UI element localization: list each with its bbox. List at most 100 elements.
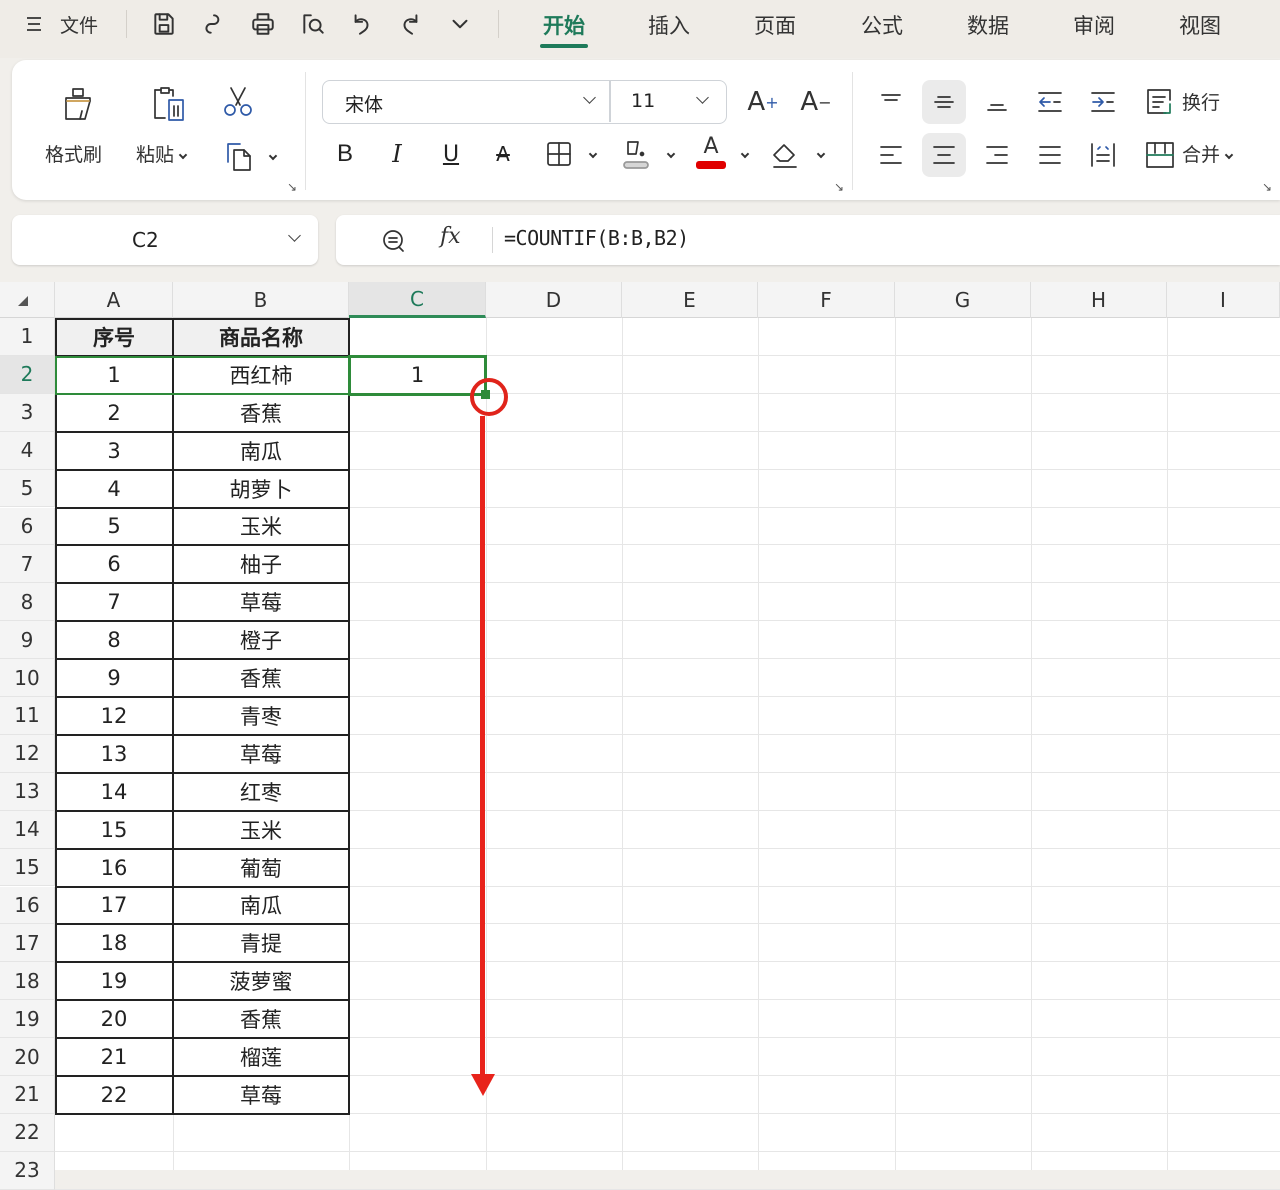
copy-dropdown-chevron-icon[interactable]	[268, 151, 278, 161]
cell-count[interactable]	[349, 735, 486, 773]
row-header[interactable]: 2	[0, 355, 55, 394]
font-color-chevron-icon[interactable]	[740, 149, 750, 159]
strikethrough-button[interactable]: A	[488, 136, 518, 172]
column-header-i[interactable]: I	[1167, 282, 1280, 318]
decrease-indent-icon[interactable]	[1033, 82, 1067, 122]
row-header[interactable]: 4	[0, 431, 55, 470]
column-header-g[interactable]: G	[895, 282, 1031, 318]
cell-count[interactable]	[349, 583, 486, 621]
row-header[interactable]: 14	[0, 810, 55, 849]
cell-count[interactable]	[349, 1076, 486, 1114]
font-color-button[interactable]: A	[694, 132, 728, 172]
tab-insert[interactable]: 插入	[640, 8, 698, 42]
zoom-formula-icon[interactable]	[380, 227, 408, 259]
align-middle-icon[interactable]	[927, 82, 961, 122]
cell-count[interactable]	[349, 470, 486, 508]
cell-count[interactable]	[349, 394, 486, 432]
tab-view[interactable]: 视图	[1171, 8, 1229, 42]
print-icon[interactable]	[246, 8, 280, 40]
clipboard-launcher-icon[interactable]: ↘	[287, 180, 297, 194]
file-menu[interactable]: 文件	[54, 8, 104, 40]
merge-cells-icon[interactable]	[1142, 135, 1178, 175]
row-header[interactable]: 7	[0, 545, 55, 584]
font-size-input[interactable]: 11	[631, 90, 655, 112]
paste-button[interactable]: 粘贴	[136, 140, 188, 167]
font-size-chevron-icon[interactable]	[696, 91, 709, 104]
spreadsheet-grid[interactable]: A B C D E F G H I 1 2 3 4 5 6 7 8 9 10 11 12 13 14 15 1…	[0, 282, 1280, 1190]
link-icon[interactable]	[197, 8, 231, 40]
cell-count[interactable]	[349, 962, 486, 1000]
merge-button[interactable]: 合并	[1182, 140, 1234, 167]
row-header[interactable]: 10	[0, 659, 55, 697]
column-header-h[interactable]: H	[1031, 282, 1167, 318]
cell-count[interactable]	[349, 432, 486, 470]
cell-count[interactable]	[349, 924, 486, 962]
cell-count[interactable]	[349, 773, 486, 811]
fx-button[interactable]: fx	[440, 224, 461, 249]
formula-input[interactable]: =COUNTIF(B:B,B2)	[504, 226, 689, 250]
redo-icon[interactable]	[394, 8, 428, 40]
cell-count[interactable]	[349, 811, 486, 849]
increase-font-size-icon[interactable]: A +	[744, 84, 782, 120]
name-box[interactable]: C2	[12, 215, 318, 265]
align-top-icon[interactable]	[874, 82, 908, 122]
clear-chevron-icon[interactable]	[816, 149, 826, 159]
cell-count[interactable]	[349, 1000, 486, 1038]
cell-count[interactable]	[349, 508, 486, 546]
row-header[interactable]: 18	[0, 962, 55, 1001]
column-header-b[interactable]: B	[173, 282, 349, 318]
format-painter-icon[interactable]	[58, 82, 98, 126]
name-box-chevron-icon[interactable]	[288, 229, 301, 242]
justify-icon[interactable]	[1033, 135, 1067, 175]
row-header[interactable]: 13	[0, 772, 55, 811]
align-left-icon[interactable]	[874, 135, 908, 175]
hamburger-menu-icon[interactable]	[22, 8, 46, 40]
row-header[interactable]: 20	[0, 1038, 55, 1076]
cell-count[interactable]	[349, 697, 486, 735]
font-name-input[interactable]: 宋体	[345, 90, 383, 117]
select-all-corner[interactable]	[0, 282, 55, 318]
clear-eraser-icon[interactable]	[768, 134, 804, 174]
row-header[interactable]: 16	[0, 886, 55, 925]
row-header[interactable]: 22	[0, 1113, 55, 1152]
copy-icon[interactable]	[222, 138, 258, 174]
column-header-e[interactable]: E	[622, 282, 758, 318]
row-header[interactable]: 6	[0, 507, 55, 546]
borders-chevron-icon[interactable]	[588, 149, 598, 159]
row-header[interactable]: 8	[0, 583, 55, 622]
tab-formula[interactable]: 公式	[853, 8, 911, 42]
cell-count[interactable]	[349, 659, 486, 697]
font-name-chevron-icon[interactable]	[583, 91, 596, 104]
cell-count[interactable]	[349, 887, 486, 925]
row-header[interactable]: 5	[0, 469, 55, 508]
cell-count[interactable]	[349, 849, 486, 887]
more-chevron-icon[interactable]	[443, 8, 477, 40]
row-header[interactable]: 11	[0, 697, 55, 735]
tab-home[interactable]: 开始	[535, 8, 593, 42]
align-center-icon[interactable]	[927, 135, 961, 175]
wrap-text-icon[interactable]	[1142, 82, 1178, 122]
cell-c1[interactable]	[349, 318, 486, 356]
increase-indent-icon[interactable]	[1086, 82, 1120, 122]
tab-review[interactable]: 审阅	[1065, 8, 1123, 42]
decrease-font-size-icon[interactable]: A −	[797, 84, 835, 120]
row-header[interactable]: 9	[0, 621, 55, 660]
row-header[interactable]: 12	[0, 734, 55, 773]
alignment-launcher-icon[interactable]: ↘	[1262, 180, 1272, 194]
borders-icon[interactable]	[542, 136, 576, 172]
distributed-align-icon[interactable]	[1086, 135, 1120, 175]
align-bottom-icon[interactable]	[980, 82, 1014, 122]
fill-color-chevron-icon[interactable]	[666, 149, 676, 159]
row-header[interactable]: 19	[0, 1000, 55, 1039]
column-header-a[interactable]: A	[55, 282, 173, 318]
cell-count[interactable]	[349, 621, 486, 659]
tab-page[interactable]: 页面	[746, 8, 804, 42]
fill-color-icon[interactable]	[617, 134, 655, 174]
column-header-c[interactable]: C	[349, 282, 486, 318]
print-preview-icon[interactable]	[296, 8, 330, 40]
cell-count[interactable]	[349, 545, 486, 583]
tab-data[interactable]: 数据	[959, 8, 1017, 42]
row-header[interactable]: 21	[0, 1076, 55, 1114]
underline-button[interactable]: U	[436, 136, 466, 172]
italic-button[interactable]: I	[382, 136, 412, 172]
